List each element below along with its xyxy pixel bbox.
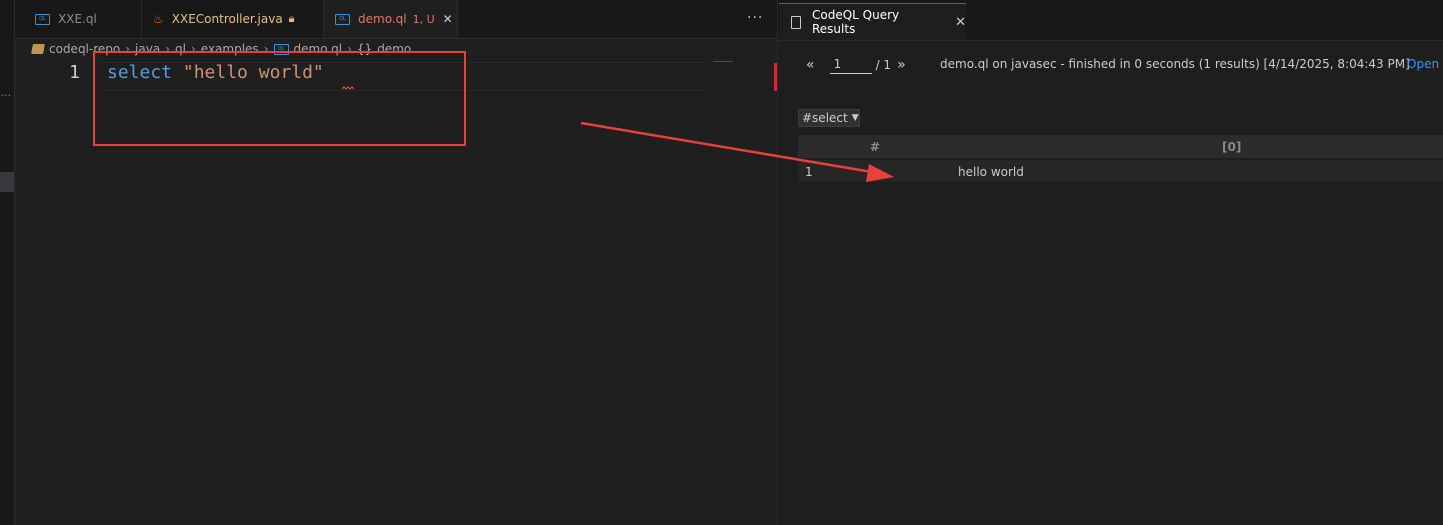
tab-xxe-ql[interactable]: QL XXE.ql <box>24 0 142 38</box>
annotation-highlight-box <box>93 51 466 146</box>
tab-xxecontroller-java[interactable]: ♨ XXEController.java 🔒︎ <box>142 0 324 38</box>
page-total: / 1 <box>875 57 892 72</box>
result-link[interactable]: hello world <box>958 165 1024 179</box>
more-actions-icon[interactable]: ··· <box>747 10 763 26</box>
lock-icon: 🔒︎ <box>288 12 295 25</box>
java-file-icon: ♨ <box>153 12 164 26</box>
page-number-input[interactable] <box>829 55 872 74</box>
tab-codeql-query-results[interactable]: CodeQL Query Results ✕ <box>779 3 966 40</box>
column-header-value[interactable]: [0] <box>1222 140 1241 154</box>
tab-status: 1, U <box>412 12 435 26</box>
codeql-file-icon: QL <box>335 13 350 25</box>
tab-label: demo.ql <box>358 12 407 26</box>
folder-icon <box>31 44 45 54</box>
result-set-select[interactable]: #select ▼ <box>798 109 860 127</box>
pagination: « / 1 » <box>806 55 906 74</box>
query-results-panel <box>778 0 1443 525</box>
tab-label: XXE.ql <box>58 12 97 26</box>
open-query-link[interactable]: Open <box>1407 57 1439 71</box>
activity-bar-selected-item[interactable] <box>0 172 14 192</box>
next-page-icon[interactable]: » <box>897 57 906 73</box>
tab-label: CodeQL Query Results <box>811 8 900 36</box>
results-table-header: # [0] <box>798 135 1443 158</box>
column-header-index[interactable]: # <box>870 140 880 154</box>
line-number: 1 <box>69 62 80 83</box>
close-icon[interactable]: ✕ <box>955 15 966 30</box>
previous-page-icon[interactable]: « <box>806 57 815 73</box>
query-info: demo.ql on javasec - finished in 0 secon… <box>940 57 1410 71</box>
tab-label: XXEController.java <box>171 12 283 26</box>
activity-bar: … <box>0 0 15 525</box>
minimap-line <box>713 61 733 62</box>
tab-demo-ql[interactable]: QL demo.ql 1, U ✕ <box>324 0 458 38</box>
close-icon[interactable]: ✕ <box>443 12 453 26</box>
document-icon <box>791 15 801 29</box>
ellipsis-icon[interactable]: … <box>1 88 11 99</box>
codeql-file-icon: QL <box>35 13 50 25</box>
table-row[interactable]: 1 hello world <box>798 160 1443 182</box>
chevron-down-icon: ▼ <box>851 113 859 123</box>
result-set-value: #select <box>802 111 848 125</box>
row-index: 1 <box>805 165 813 179</box>
